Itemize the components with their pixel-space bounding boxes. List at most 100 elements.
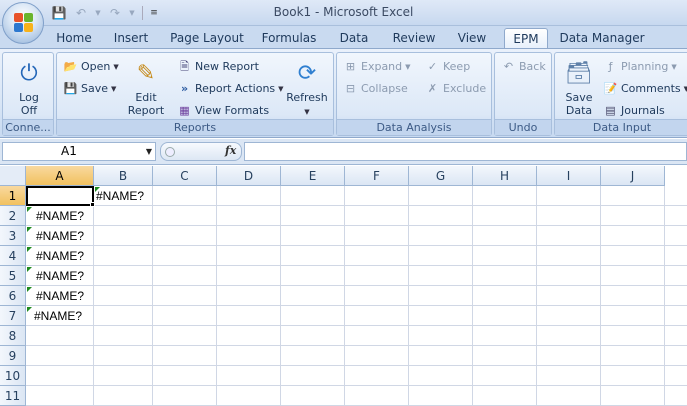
logoff-button[interactable]: ⏻ Log Off [9,57,49,117]
row-gridline [26,325,687,326]
new-report-button[interactable]: 🗎 New Report [177,59,259,74]
report-actions-button[interactable]: » Report Actions ▼ [177,81,284,96]
tab-formulas[interactable]: Formulas [258,28,320,48]
group-connection: ⏻ Log Off Conne... [2,52,54,136]
error-indicator-icon[interactable] [27,287,32,292]
view-formats-button[interactable]: ▦ View Formats [177,103,269,118]
column-header-i[interactable]: I [537,166,601,186]
double-chevron-right-icon: » [180,82,189,95]
error-indicator-icon[interactable] [27,227,32,232]
error-indicator-icon[interactable] [27,247,32,252]
row-header-9[interactable]: 9 [0,346,26,366]
cell-a4[interactable]: #NAME? [36,246,84,266]
row-header-1[interactable]: 1 [0,186,26,206]
save-data-button[interactable]: 🗃 Save Data [557,57,601,117]
worksheet-grid[interactable]: ABCDEFGHIJ 1 2 3 4 5 6 7 8 9 10 11 #NAME? #NAME? #NA… [0,166,687,406]
row-header-11[interactable]: 11 [0,386,26,406]
tab-review[interactable]: Review [388,28,440,48]
row-header-2[interactable]: 2 [0,206,26,226]
report-actions-label: Report Actions [195,82,276,95]
refresh-button[interactable]: ⟳ Refresh ▼ [283,57,331,119]
row-header-10[interactable]: 10 [0,366,26,386]
column-gridline [600,186,601,406]
select-all-button[interactable] [0,166,26,186]
chevron-down-icon: ▼ [111,84,117,93]
column-header-b[interactable]: B [94,166,153,186]
chevron-down-icon: ▼ [304,108,310,116]
journals-button[interactable]: ▤ Journals [603,103,664,118]
folder-icon: 📂 [63,60,78,73]
group-label-reports: Reports [57,119,333,135]
planning-button[interactable]: ƒ Planning ▼ [603,59,677,74]
cell-a6[interactable]: #NAME? [36,286,84,306]
comment-icon: 📝 [603,82,618,95]
collapse-button[interactable]: ⊟ Collapse [343,81,408,96]
chevron-down-icon[interactable]: ▼ [146,143,152,160]
name-box-value: A1 [61,144,77,158]
save-report-button[interactable]: 💾 Save ▼ [63,81,117,96]
cell-b1[interactable]: #NAME? [96,186,144,206]
comments-button[interactable]: 📝 Comments ▼ [603,81,687,96]
cell-a5[interactable]: #NAME? [36,266,84,286]
column-gridline [216,186,217,406]
column-gridline [152,186,153,406]
resize-handle-icon[interactable] [165,147,175,157]
active-cell-border[interactable] [26,186,94,206]
group-undo: ↶ Back Undo [494,52,552,136]
column-header-g[interactable]: G [409,166,473,186]
column-header-d[interactable]: D [217,166,281,186]
row-header-4[interactable]: 4 [0,246,26,266]
tab-data[interactable]: Data [334,28,374,48]
open-button[interactable]: 📂 Open ▼ [63,59,119,74]
keep-button[interactable]: ✓ Keep [425,59,470,74]
group-data-input: 🗃 Save Data ƒ Planning ▼ 📝 Comments ▼ ▤ … [554,52,687,136]
back-button[interactable]: ↶ Back [501,59,546,74]
save-label: Save [81,82,109,95]
error-indicator-icon[interactable] [27,267,32,272]
grid-format-icon: ▦ [179,104,190,117]
column-gridline [344,186,345,406]
insert-function-icon[interactable]: fx [225,144,236,157]
column-gridline [536,186,537,406]
chevron-down-icon: ▼ [405,62,411,71]
chevron-down-icon: ▼ [671,62,677,71]
row-header-5[interactable]: 5 [0,266,26,286]
row-header-7[interactable]: 7 [0,306,26,326]
column-header-h[interactable]: H [473,166,537,186]
name-box[interactable]: A1 ▼ [2,142,156,161]
exclude-button[interactable]: ✗ Exclude [425,81,486,96]
error-indicator-icon[interactable] [27,307,32,312]
row-header-6[interactable]: 6 [0,286,26,306]
office-button[interactable] [2,2,44,44]
power-icon: ⏻ [20,60,38,86]
row-header-3[interactable]: 3 [0,226,26,246]
tab-view[interactable]: View [452,28,492,48]
cell-a3[interactable]: #NAME? [36,226,84,246]
cell-a2[interactable]: #NAME? [36,206,84,226]
view-formats-label: View Formats [195,104,270,117]
keep-icon: ✓ [427,60,438,73]
fill-handle[interactable] [90,202,95,207]
error-indicator-icon[interactable] [95,187,100,192]
error-indicator-icon[interactable] [27,207,32,212]
tab-home[interactable]: Home [52,28,96,48]
column-header-c[interactable]: C [153,166,217,186]
row-gridline [26,385,687,386]
exclude-icon: ✗ [427,82,438,95]
column-header-j[interactable]: J [601,166,665,186]
column-header-e[interactable]: E [281,166,345,186]
expand-button[interactable]: ⊞ Expand ▼ [343,59,411,74]
formula-input[interactable] [244,142,687,161]
expand-icon: ⊞ [345,60,356,73]
tab-insert[interactable]: Insert [108,28,154,48]
refresh-icon: ⟳ [297,60,317,86]
column-header-f[interactable]: F [345,166,409,186]
cell-a7[interactable]: #NAME? [34,306,82,326]
tab-data-manager[interactable]: Data Manager [558,28,646,48]
row-header-8[interactable]: 8 [0,326,26,346]
tab-epm[interactable]: EPM [504,28,548,48]
column-gridline [664,186,665,406]
tab-page-layout[interactable]: Page Layout [168,28,246,48]
column-header-a[interactable]: A [26,166,94,186]
edit-report-button[interactable]: ✎ Edit Report [123,57,169,117]
